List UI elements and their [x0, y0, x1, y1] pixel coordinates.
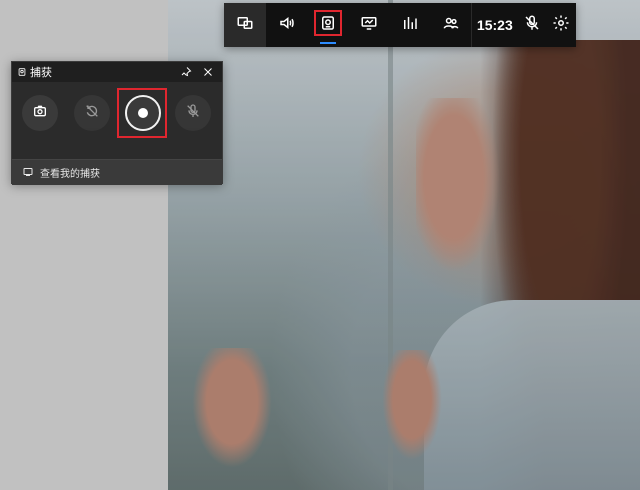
capture-button[interactable] [307, 3, 348, 47]
highlight-box [314, 10, 343, 36]
capture-panel-header: 捕获 [12, 62, 222, 82]
performance-button[interactable] [348, 3, 389, 47]
capture-panel-body [12, 82, 222, 159]
screenshot-icon [32, 103, 48, 123]
audio-icon [278, 14, 296, 36]
widget-menu-icon [236, 14, 254, 36]
audio-button[interactable] [266, 3, 307, 47]
gallery-icon [22, 163, 34, 182]
capture-panel-actions [176, 62, 218, 82]
close-icon [202, 63, 214, 82]
settings-button[interactable] [547, 3, 576, 47]
xbox-social-button[interactable] [430, 3, 471, 47]
clock: 15:23 [476, 17, 513, 33]
pin-icon [180, 63, 192, 82]
mic-toggle-button[interactable] [517, 3, 546, 47]
mic-off-icon [523, 14, 541, 36]
record-icon [138, 108, 148, 118]
record-last-button[interactable] [74, 95, 110, 131]
capture-panel-title: 捕获 [30, 66, 52, 79]
pin-button[interactable] [176, 62, 196, 82]
show-captures-link[interactable]: 查看我的捕获 [12, 159, 222, 185]
resources-button[interactable] [389, 3, 430, 47]
mic-toggle-button[interactable] [175, 95, 211, 131]
active-indicator [320, 42, 337, 44]
xbox-social-icon [442, 14, 460, 36]
widget-menu-button[interactable] [224, 3, 266, 47]
close-button[interactable] [198, 62, 218, 82]
record-last-icon [84, 103, 100, 123]
performance-icon [360, 14, 378, 36]
capture-panel-icon [14, 67, 30, 77]
capture-panel: 捕获 查看我的捕获 [11, 61, 223, 185]
screenshot-button[interactable] [22, 95, 58, 131]
start-recording-button[interactable] [125, 95, 161, 131]
settings-icon [552, 14, 570, 36]
game-bar: 15:23 [224, 3, 576, 47]
mic-off-icon [185, 103, 201, 123]
show-captures-label: 查看我的捕获 [40, 169, 100, 180]
resources-icon [401, 14, 419, 36]
